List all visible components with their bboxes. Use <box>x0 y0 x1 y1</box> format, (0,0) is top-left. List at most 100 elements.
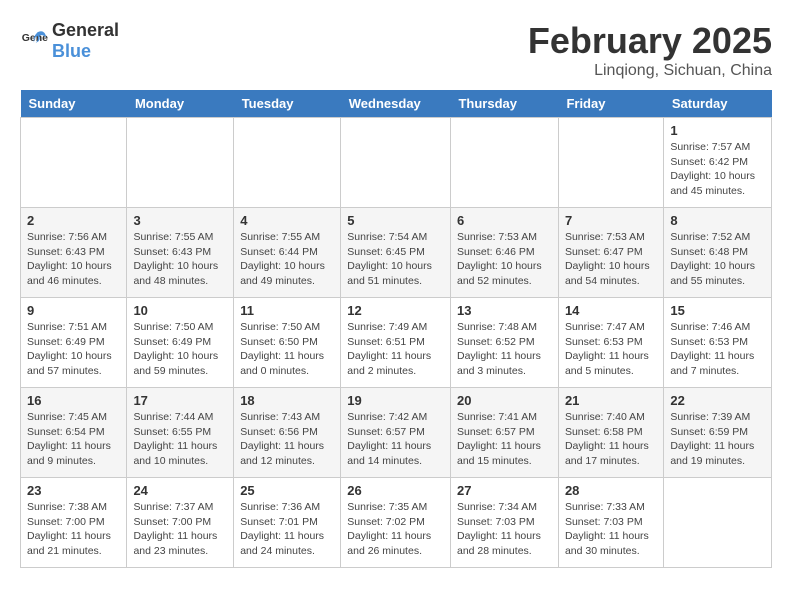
calendar-header-friday: Friday <box>558 90 663 118</box>
calendar-header-monday: Monday <box>127 90 234 118</box>
day-info: Sunrise: 7:33 AM Sunset: 7:03 PM Dayligh… <box>565 500 657 559</box>
day-info: Sunrise: 7:57 AM Sunset: 6:42 PM Dayligh… <box>670 140 765 199</box>
day-info: Sunrise: 7:48 AM Sunset: 6:52 PM Dayligh… <box>457 320 552 379</box>
calendar-cell <box>21 118 127 208</box>
day-number: 24 <box>133 483 227 498</box>
day-number: 26 <box>347 483 444 498</box>
calendar-cell: 7 Sunrise: 7:53 AM Sunset: 6:47 PM Daylig… <box>558 208 663 298</box>
page-header: General General Blue February 2025 Linqi… <box>20 20 772 80</box>
calendar-cell: 12Sunrise: 7:49 AM Sunset: 6:51 PM Dayli… <box>341 298 451 388</box>
day-number: 13 <box>457 303 552 318</box>
calendar-cell: 9 Sunrise: 7:51 AM Sunset: 6:49 PM Daylig… <box>21 298 127 388</box>
calendar-cell: 18 Sunrise: 7:43 AM Sunset: 6:56 PM Dayli… <box>234 388 341 478</box>
calendar-header-saturday: Saturday <box>664 90 772 118</box>
calendar-cell: 26 Sunrise: 7:35 AM Sunset: 7:02 PM Dayli… <box>341 478 451 568</box>
calendar-cell: 10Sunrise: 7:50 AM Sunset: 6:49 PM Dayli… <box>127 298 234 388</box>
day-info: Sunrise: 7:38 AM Sunset: 7:00 PM Dayligh… <box>27 500 120 559</box>
day-number: 4 <box>240 213 334 228</box>
logo-icon: General <box>20 27 48 55</box>
calendar-cell: 22 Sunrise: 7:39 AM Sunset: 6:59 PM Dayli… <box>664 388 772 478</box>
day-number: 15 <box>670 303 765 318</box>
month-title: February 2025 <box>528 20 772 62</box>
day-number: 20 <box>457 393 552 408</box>
calendar-cell: 15Sunrise: 7:46 AM Sunset: 6:53 PM Dayli… <box>664 298 772 388</box>
day-info: Sunrise: 7:51 AM Sunset: 6:49 PM Dayligh… <box>27 320 120 379</box>
calendar-week-1: 1 Sunrise: 7:57 AM Sunset: 6:42 PM Daylig… <box>21 118 772 208</box>
calendar-cell: 21 Sunrise: 7:40 AM Sunset: 6:58 PM Dayli… <box>558 388 663 478</box>
day-info: Sunrise: 7:35 AM Sunset: 7:02 PM Dayligh… <box>347 500 444 559</box>
title-block: February 2025 Linqiong, Sichuan, China <box>528 20 772 80</box>
day-info: Sunrise: 7:49 AM Sunset: 6:51 PM Dayligh… <box>347 320 444 379</box>
calendar-week-5: 23 Sunrise: 7:38 AM Sunset: 7:00 PM Dayli… <box>21 478 772 568</box>
calendar-week-3: 9 Sunrise: 7:51 AM Sunset: 6:49 PM Daylig… <box>21 298 772 388</box>
day-info: Sunrise: 7:34 AM Sunset: 7:03 PM Dayligh… <box>457 500 552 559</box>
day-number: 3 <box>133 213 227 228</box>
day-info: Sunrise: 7:54 AM Sunset: 6:45 PM Dayligh… <box>347 230 444 289</box>
calendar-cell: 24 Sunrise: 7:37 AM Sunset: 7:00 PM Dayli… <box>127 478 234 568</box>
calendar-header-sunday: Sunday <box>21 90 127 118</box>
day-info: Sunrise: 7:41 AM Sunset: 6:57 PM Dayligh… <box>457 410 552 469</box>
day-number: 14 <box>565 303 657 318</box>
day-info: Sunrise: 7:53 AM Sunset: 6:46 PM Dayligh… <box>457 230 552 289</box>
calendar-cell: 8Sunrise: 7:52 AM Sunset: 6:48 PM Daylig… <box>664 208 772 298</box>
day-number: 1 <box>670 123 765 138</box>
calendar-cell: 1 Sunrise: 7:57 AM Sunset: 6:42 PM Daylig… <box>664 118 772 208</box>
day-number: 9 <box>27 303 120 318</box>
day-info: Sunrise: 7:43 AM Sunset: 6:56 PM Dayligh… <box>240 410 334 469</box>
day-info: Sunrise: 7:55 AM Sunset: 6:43 PM Dayligh… <box>133 230 227 289</box>
day-number: 5 <box>347 213 444 228</box>
day-number: 19 <box>347 393 444 408</box>
day-number: 7 <box>565 213 657 228</box>
calendar-cell <box>234 118 341 208</box>
calendar-header-row: SundayMondayTuesdayWednesdayThursdayFrid… <box>21 90 772 118</box>
calendar-cell: 27 Sunrise: 7:34 AM Sunset: 7:03 PM Dayli… <box>450 478 558 568</box>
calendar-week-4: 16 Sunrise: 7:45 AM Sunset: 6:54 PM Dayli… <box>21 388 772 478</box>
logo: General General Blue <box>20 20 119 62</box>
day-info: Sunrise: 7:40 AM Sunset: 6:58 PM Dayligh… <box>565 410 657 469</box>
calendar-cell <box>558 118 663 208</box>
day-number: 2 <box>27 213 120 228</box>
calendar-cell <box>664 478 772 568</box>
calendar-cell: 5 Sunrise: 7:54 AM Sunset: 6:45 PM Daylig… <box>341 208 451 298</box>
day-number: 23 <box>27 483 120 498</box>
day-number: 16 <box>27 393 120 408</box>
calendar-cell: 6 Sunrise: 7:53 AM Sunset: 6:46 PM Daylig… <box>450 208 558 298</box>
calendar-cell: 28 Sunrise: 7:33 AM Sunset: 7:03 PM Dayli… <box>558 478 663 568</box>
day-info: Sunrise: 7:45 AM Sunset: 6:54 PM Dayligh… <box>27 410 120 469</box>
day-info: Sunrise: 7:50 AM Sunset: 6:49 PM Dayligh… <box>133 320 227 379</box>
calendar-cell: 20 Sunrise: 7:41 AM Sunset: 6:57 PM Dayli… <box>450 388 558 478</box>
calendar-header-tuesday: Tuesday <box>234 90 341 118</box>
day-number: 28 <box>565 483 657 498</box>
day-info: Sunrise: 7:53 AM Sunset: 6:47 PM Dayligh… <box>565 230 657 289</box>
day-info: Sunrise: 7:55 AM Sunset: 6:44 PM Dayligh… <box>240 230 334 289</box>
day-number: 21 <box>565 393 657 408</box>
day-number: 18 <box>240 393 334 408</box>
calendar-table: SundayMondayTuesdayWednesdayThursdayFrid… <box>20 90 772 568</box>
calendar-cell: 17 Sunrise: 7:44 AM Sunset: 6:55 PM Dayli… <box>127 388 234 478</box>
day-number: 17 <box>133 393 227 408</box>
day-number: 25 <box>240 483 334 498</box>
day-number: 8 <box>670 213 765 228</box>
calendar-header-wednesday: Wednesday <box>341 90 451 118</box>
day-info: Sunrise: 7:39 AM Sunset: 6:59 PM Dayligh… <box>670 410 765 469</box>
calendar-cell <box>127 118 234 208</box>
calendar-cell: 19 Sunrise: 7:42 AM Sunset: 6:57 PM Dayli… <box>341 388 451 478</box>
day-info: Sunrise: 7:42 AM Sunset: 6:57 PM Dayligh… <box>347 410 444 469</box>
calendar-cell: 2 Sunrise: 7:56 AM Sunset: 6:43 PM Daylig… <box>21 208 127 298</box>
day-info: Sunrise: 7:37 AM Sunset: 7:00 PM Dayligh… <box>133 500 227 559</box>
day-number: 27 <box>457 483 552 498</box>
calendar-week-2: 2 Sunrise: 7:56 AM Sunset: 6:43 PM Daylig… <box>21 208 772 298</box>
day-number: 22 <box>670 393 765 408</box>
day-info: Sunrise: 7:56 AM Sunset: 6:43 PM Dayligh… <box>27 230 120 289</box>
day-info: Sunrise: 7:50 AM Sunset: 6:50 PM Dayligh… <box>240 320 334 379</box>
calendar-cell: 11 Sunrise: 7:50 AM Sunset: 6:50 PM Dayli… <box>234 298 341 388</box>
day-number: 11 <box>240 303 334 318</box>
day-info: Sunrise: 7:47 AM Sunset: 6:53 PM Dayligh… <box>565 320 657 379</box>
day-info: Sunrise: 7:44 AM Sunset: 6:55 PM Dayligh… <box>133 410 227 469</box>
day-number: 6 <box>457 213 552 228</box>
calendar-cell <box>341 118 451 208</box>
calendar-cell <box>450 118 558 208</box>
calendar-header-thursday: Thursday <box>450 90 558 118</box>
calendar-cell: 3 Sunrise: 7:55 AM Sunset: 6:43 PM Daylig… <box>127 208 234 298</box>
calendar-cell: 16 Sunrise: 7:45 AM Sunset: 6:54 PM Dayli… <box>21 388 127 478</box>
